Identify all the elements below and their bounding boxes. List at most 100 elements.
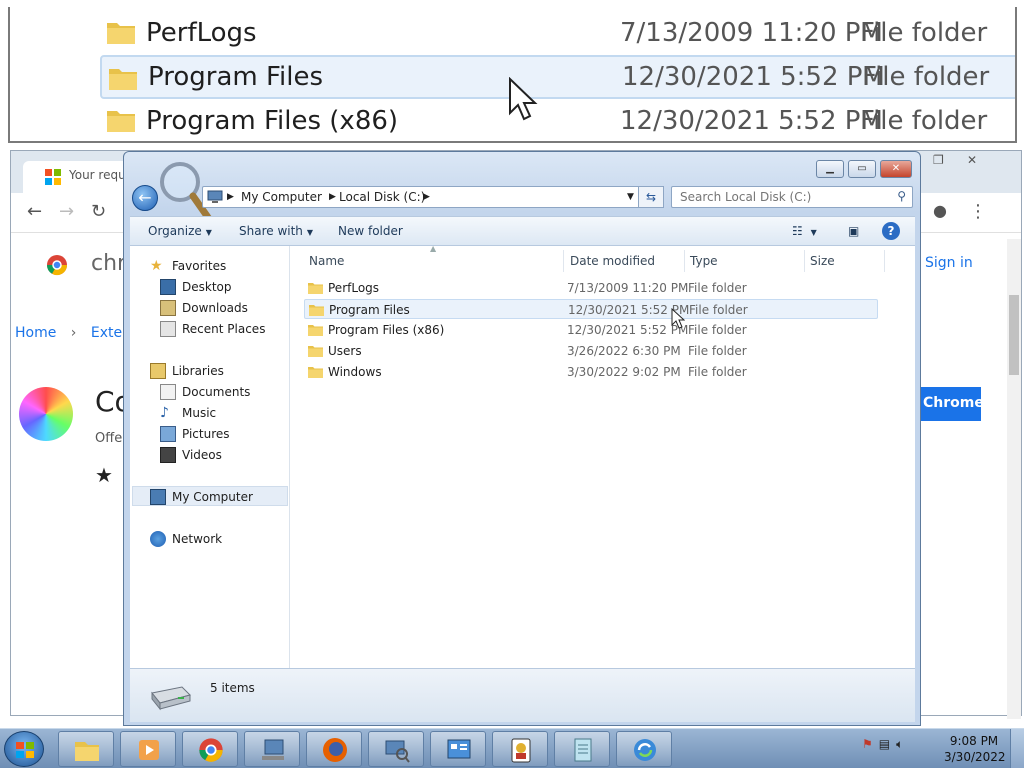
file-row[interactable]: Program Files (x86) 12/30/2021 5:52 PM Fil… [304, 320, 878, 340]
zoom-date: 12/30/2021 5:52 PM [622, 62, 885, 92]
address-segment-computer[interactable]: My Computer [241, 190, 322, 204]
item-count: 5 items [210, 681, 255, 695]
folder-icon [107, 111, 135, 132]
computer-icon [207, 190, 223, 203]
new-folder-button[interactable]: New folder [338, 224, 403, 238]
address-bar[interactable]: ▶ My Computer ▶ Local Disk (C:) ▶ ▼ [202, 186, 664, 208]
nav-network[interactable]: Network [150, 529, 222, 549]
column-size[interactable]: Size [810, 254, 835, 268]
folder-icon [308, 283, 323, 294]
column-name[interactable]: Name [309, 254, 344, 268]
start-button[interactable] [4, 731, 44, 767]
folder-icon [308, 325, 323, 336]
chrome-scrollbar[interactable] [1007, 239, 1021, 719]
nav-favorites[interactable]: ★ Favorites [150, 256, 226, 276]
taskbar-chrome[interactable] [182, 731, 238, 767]
file-row[interactable]: Windows 3/30/2022 9:02 PM File folder [304, 362, 878, 382]
restore-icon[interactable]: ❐ [933, 153, 944, 167]
preview-pane-icon[interactable]: ▣ [848, 224, 859, 238]
close-icon[interactable]: ✕ [967, 153, 977, 167]
zoom-name: Program Files [148, 62, 324, 92]
minimize-button[interactable]: ▁ [816, 160, 844, 178]
folder-icon [308, 367, 323, 378]
action-center-icon[interactable]: ⚑ [862, 737, 873, 752]
network-icon [150, 531, 166, 547]
scrollbar-thumb[interactable] [1009, 295, 1019, 375]
taskbar: ⚑ ▤ 🔈︎ 9:08 PM 3/30/2022 [0, 728, 1024, 768]
taskbar-windows-update[interactable] [616, 731, 672, 767]
nav-downloads[interactable]: Downloads [160, 298, 248, 318]
back-button[interactable]: ← [132, 185, 158, 211]
taskbar-media-player[interactable] [120, 731, 176, 767]
search-box[interactable]: ⚲ [671, 186, 913, 208]
zoom-type: File folder [860, 18, 988, 48]
add-to-chrome-button[interactable]: Chrome [921, 387, 984, 421]
zoom-name: Program Files (x86) [146, 106, 399, 136]
chrome-web-store-icon [46, 255, 68, 276]
nav-pictures[interactable]: Pictures [160, 424, 230, 444]
help-icon[interactable]: ? [882, 222, 900, 240]
column-type[interactable]: Type [690, 254, 718, 268]
nav-videos[interactable]: Videos [160, 445, 222, 465]
zoom-date: 7/13/2009 11:20 PM [620, 18, 883, 48]
clock-time: 9:08 PM [949, 734, 999, 748]
breadcrumb-home[interactable]: Home [15, 325, 56, 341]
extension-logo-icon [19, 387, 73, 441]
search-icon[interactable]: ⚲ [897, 189, 906, 203]
microsoft-logo-icon [45, 169, 61, 185]
address-segment-drive[interactable]: Local Disk (C:) [339, 190, 425, 204]
taskbar-firefox[interactable] [306, 731, 362, 767]
clock-date: 3/30/2022 [944, 750, 1006, 764]
address-dropdown-icon[interactable]: ▼ [627, 192, 634, 202]
refresh-button[interactable]: ⇆ [638, 186, 664, 208]
status-bar: 5 items [130, 668, 915, 722]
content-area: ★ Favorites Desktop Downloads Recent Plac… [130, 244, 915, 668]
zoom-row-selected: Program Files 12/30/2021 5:52 PM File fo… [100, 55, 1015, 99]
file-row-selected[interactable]: Program Files 12/30/2021 5:52 PM File fold… [304, 299, 878, 319]
explorer-window: ▁ ▭ ✕ ← ▶ My Computer ▶ Local Disk (C:) … [123, 151, 921, 726]
forward-arrow-icon[interactable]: → [59, 201, 74, 222]
chrome-store-name: chr [91, 251, 127, 276]
taskbar-solitaire[interactable] [492, 731, 548, 767]
zoom-row: Program Files (x86) 12/30/2021 5:52 PM F… [100, 99, 1015, 141]
taskbar-search-computer[interactable] [368, 731, 424, 767]
add-to-chrome-label: Chrome [923, 395, 984, 411]
folder-icon [309, 305, 324, 316]
network-status-icon[interactable]: ▤ [879, 737, 890, 752]
nav-recent-places[interactable]: Recent Places [160, 319, 265, 339]
taskbar-explorer[interactable] [58, 731, 114, 767]
profile-icon[interactable]: ● [933, 201, 947, 220]
taskbar-network-computer[interactable] [244, 731, 300, 767]
zoom-name: PerfLogs [146, 18, 257, 48]
close-button[interactable]: ✕ [880, 160, 912, 178]
file-list: Name ▲ Date modified Type Size PerfLogs 7… [290, 244, 915, 668]
file-row[interactable]: Users 3/26/2022 6:30 PM File folder [304, 341, 878, 361]
system-tray: ⚑ ▤ 🔈︎ [862, 737, 903, 752]
nav-my-computer[interactable]: My Computer [150, 487, 253, 507]
recent-places-icon [160, 321, 176, 337]
search-computer-icon [385, 740, 410, 763]
back-arrow-icon[interactable]: ← [27, 201, 42, 222]
volume-icon[interactable]: 🔈︎ [896, 737, 903, 752]
nav-music[interactable]: ♪ Music [160, 403, 216, 423]
signin-link[interactable]: Sign in [925, 255, 973, 271]
show-desktop-button[interactable] [1010, 729, 1024, 768]
column-date-modified[interactable]: Date modified [570, 254, 655, 268]
taskbar-notepad[interactable] [554, 731, 610, 767]
taskbar-control-panel[interactable] [430, 731, 486, 767]
file-row[interactable]: PerfLogs 7/13/2009 11:20 PM File folder [304, 278, 878, 298]
nav-desktop[interactable]: Desktop [160, 277, 232, 297]
nav-libraries[interactable]: Libraries [150, 361, 224, 381]
maximize-button[interactable]: ▭ [848, 160, 876, 178]
search-input[interactable] [672, 187, 882, 207]
downloads-icon [160, 300, 176, 316]
clock[interactable]: 9:08 PM 3/30/2022 [944, 733, 1006, 765]
folder-icon [109, 69, 137, 90]
star-icon: ★ [150, 258, 163, 274]
views-icon[interactable]: ☷ ▼ [792, 224, 817, 238]
reload-icon[interactable]: ↻ [91, 201, 106, 222]
share-with-button[interactable]: Share with ▼ [239, 224, 313, 238]
nav-documents[interactable]: Documents [160, 382, 250, 402]
organize-button[interactable]: Organize ▼ [148, 224, 212, 238]
menu-dots-icon[interactable]: ⋮ [969, 201, 987, 222]
